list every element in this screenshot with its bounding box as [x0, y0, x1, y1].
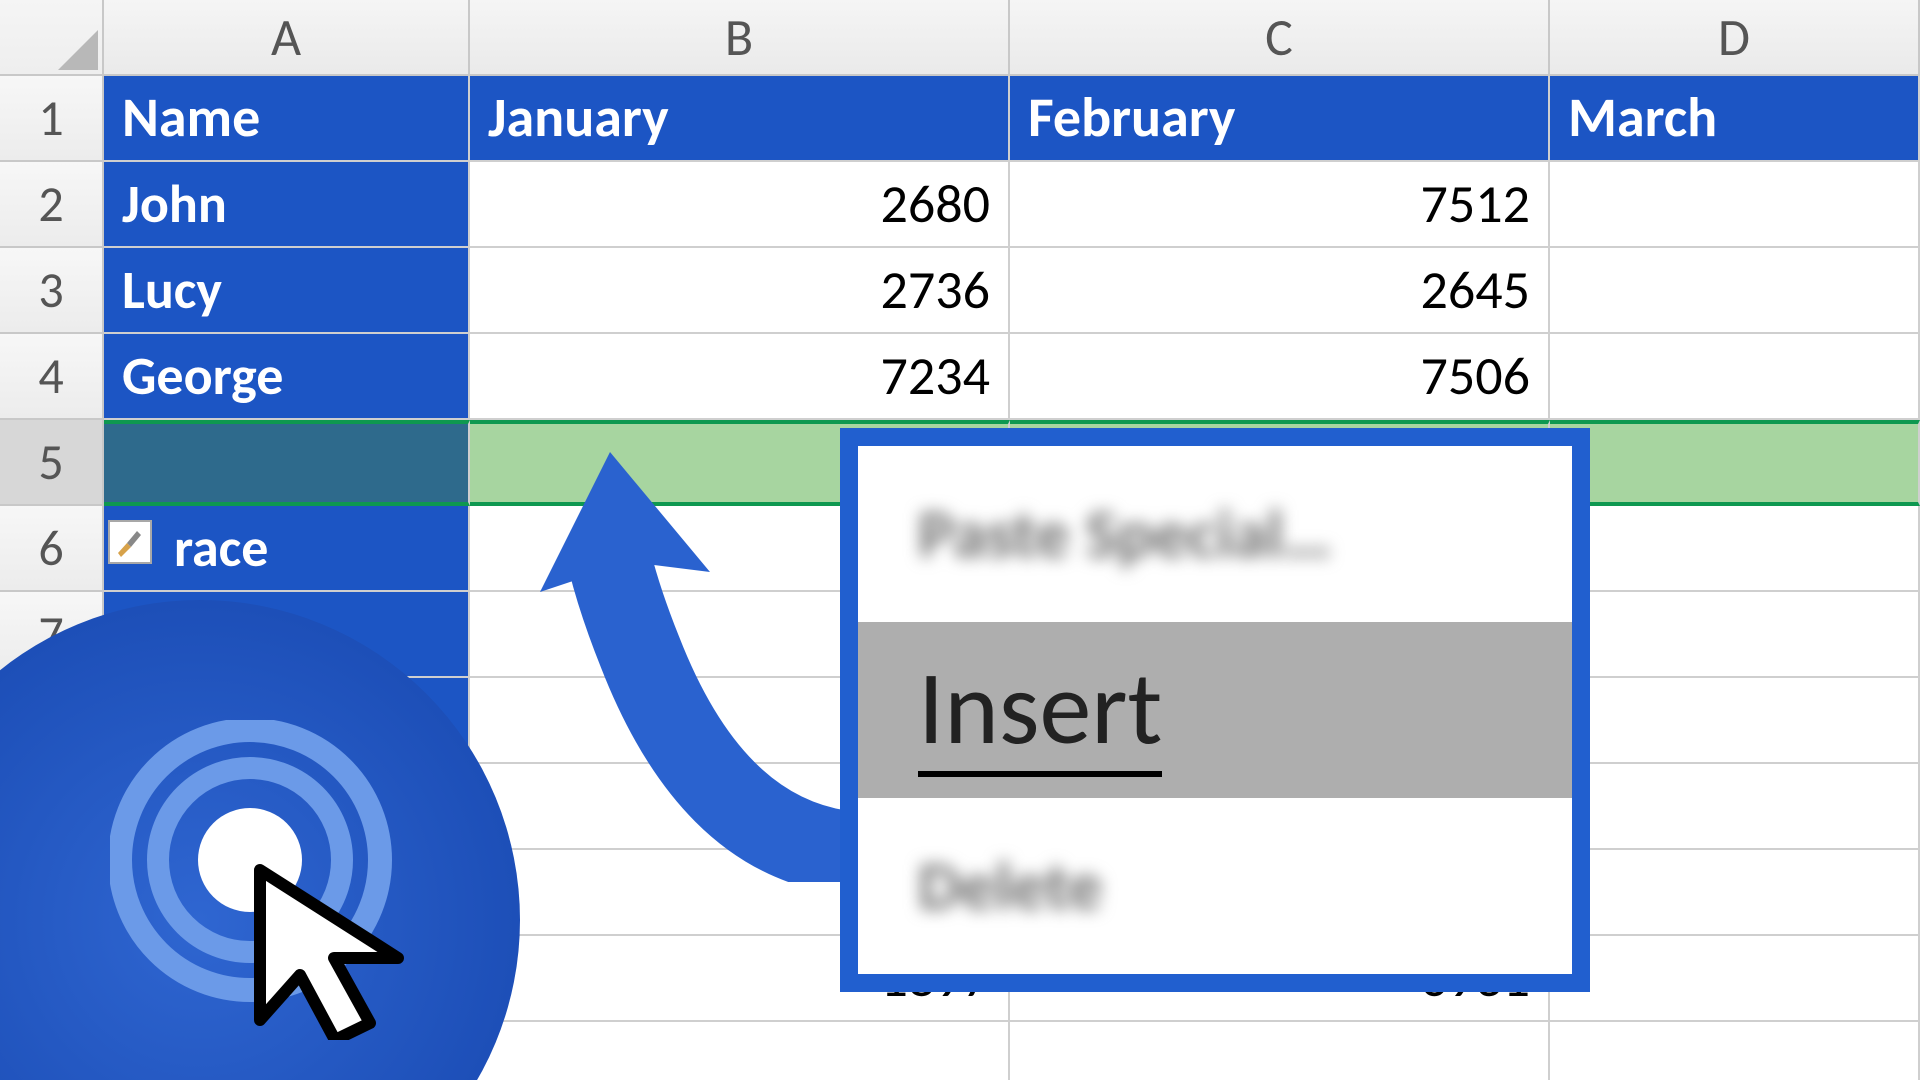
spreadsheet-viewport: A B C D 1 Name January February March 2 …: [0, 0, 1920, 1080]
row-header-1[interactable]: 1: [0, 76, 104, 162]
cell-B12[interactable]: [470, 1022, 1010, 1080]
cell-B1[interactable]: January: [470, 76, 1010, 162]
cell-C3[interactable]: 2645: [1010, 248, 1550, 334]
cell-D1[interactable]: March: [1550, 76, 1920, 162]
cell-D2[interactable]: [1550, 162, 1920, 248]
cell-B2[interactable]: 2680: [470, 162, 1010, 248]
row-header-3[interactable]: 3: [0, 248, 104, 334]
row-header-2[interactable]: 2: [0, 162, 104, 248]
logo-background-circle: [0, 600, 520, 1080]
cell-A4[interactable]: George: [104, 334, 470, 420]
paintbrush-icon: [113, 525, 147, 559]
column-header-row: A B C D: [0, 0, 1920, 76]
table-row: 3 Lucy 2736 2645: [0, 248, 1920, 334]
cell-B4[interactable]: 7234: [470, 334, 1010, 420]
cell-D12[interactable]: [1550, 1022, 1920, 1080]
cell-D5[interactable]: [1550, 420, 1920, 506]
cell-C1[interactable]: February: [1010, 76, 1550, 162]
cell-A2[interactable]: John: [104, 162, 470, 248]
menu-item-paste-special[interactable]: Paste Special…: [858, 446, 1572, 622]
cell-D6[interactable]: [1550, 506, 1920, 592]
row-header-5[interactable]: 5: [0, 420, 104, 506]
cell-A6[interactable]: race: [104, 506, 470, 592]
brand-logo: [0, 600, 520, 1080]
cell-A5[interactable]: [104, 420, 470, 506]
table-row: 2 John 2680 7512: [0, 162, 1920, 248]
insert-options-button[interactable]: [108, 520, 152, 564]
menu-item-insert[interactable]: Insert: [858, 622, 1572, 798]
row-header-6[interactable]: 6: [0, 506, 104, 592]
cell-D8[interactable]: [1550, 678, 1920, 764]
select-all-corner[interactable]: [0, 0, 104, 76]
menu-item-delete[interactable]: Delete: [858, 798, 1572, 974]
table-row: 4 George 7234 7506: [0, 334, 1920, 420]
column-header-D[interactable]: D: [1550, 0, 1920, 76]
row-header-4[interactable]: 4: [0, 334, 104, 420]
cell-A1[interactable]: Name: [104, 76, 470, 162]
cell-D3[interactable]: [1550, 248, 1920, 334]
menu-item-label: Insert: [918, 644, 1162, 777]
callout-arrow: [510, 452, 890, 887]
column-header-C[interactable]: C: [1010, 0, 1550, 76]
cell-D11[interactable]: [1550, 936, 1920, 1022]
cell-D10[interactable]: [1550, 850, 1920, 936]
cell-B3[interactable]: 2736: [470, 248, 1010, 334]
cell-D9[interactable]: [1550, 764, 1920, 850]
column-header-A[interactable]: A: [104, 0, 470, 76]
cell-D4[interactable]: [1550, 334, 1920, 420]
cell-C12[interactable]: [1010, 1022, 1550, 1080]
cell-A3[interactable]: Lucy: [104, 248, 470, 334]
table-row: 1 Name January February March: [0, 76, 1920, 162]
select-all-triangle-icon: [58, 30, 98, 70]
click-target-icon: [110, 720, 430, 1040]
cell-D7[interactable]: [1550, 592, 1920, 678]
cell-C2[interactable]: 7512: [1010, 162, 1550, 248]
cell-C4[interactable]: 7506: [1010, 334, 1550, 420]
context-menu: Paste Special… Insert Delete: [840, 428, 1590, 992]
arrow-icon: [510, 452, 890, 882]
column-header-B[interactable]: B: [470, 0, 1010, 76]
